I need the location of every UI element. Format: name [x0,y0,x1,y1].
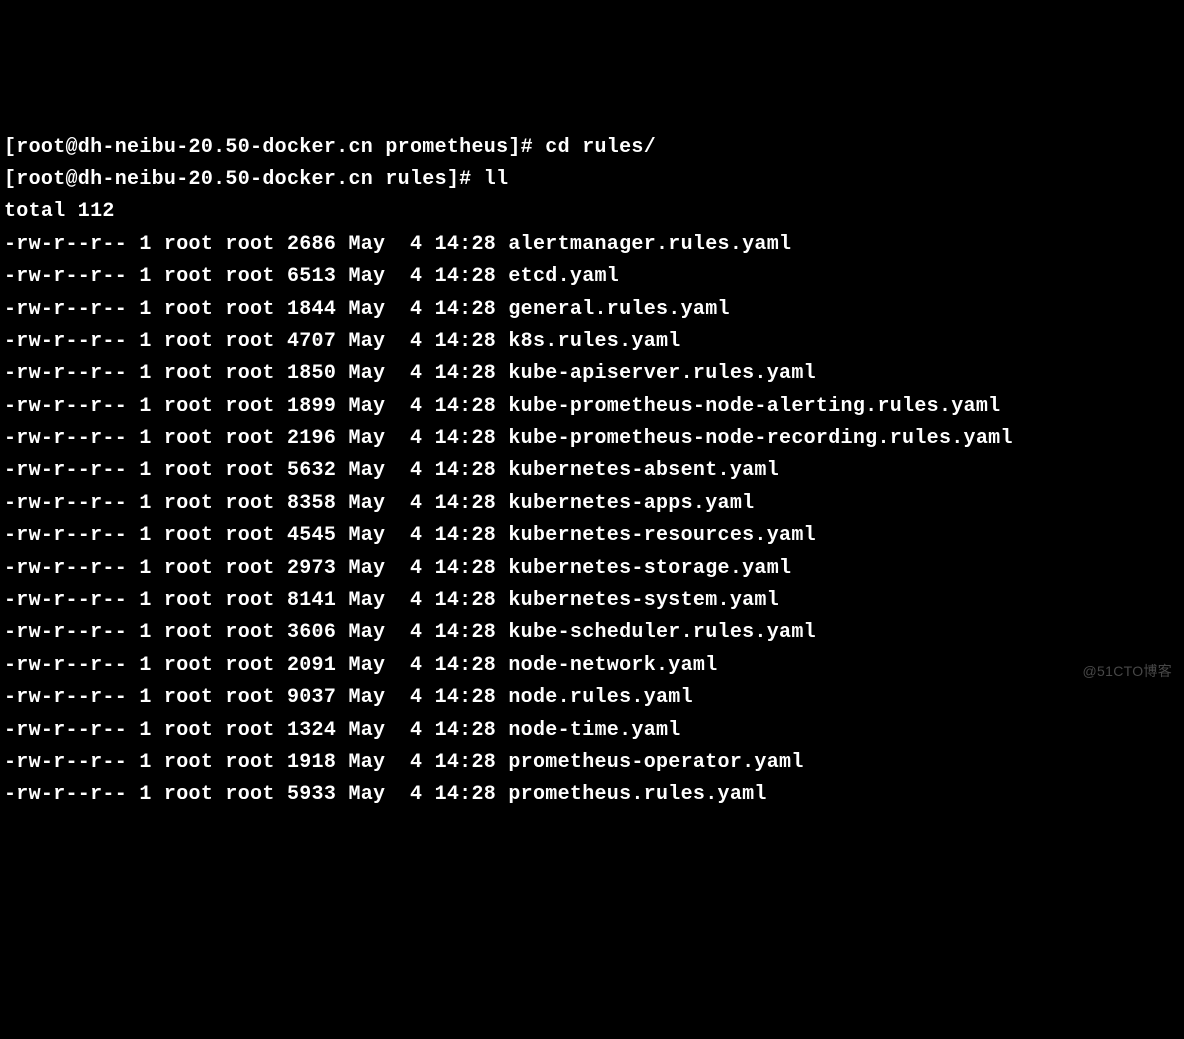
list-item: -rw-r--r-- 1 root root 8358 May 4 14:28 … [4,488,1180,520]
list-item: -rw-r--r-- 1 root root 5933 May 4 14:28 … [4,779,1180,811]
list-item: -rw-r--r-- 1 root root 1844 May 4 14:28 … [4,294,1180,326]
list-item: -rw-r--r-- 1 root root 1324 May 4 14:28 … [4,715,1180,747]
prompt-line-2: [root@dh-neibu-20.50-docker.cn rules]# l… [4,164,1180,196]
terminal-output[interactable]: [root@dh-neibu-20.50-docker.cn prometheu… [4,132,1180,812]
list-item: -rw-r--r-- 1 root root 5632 May 4 14:28 … [4,455,1180,487]
list-item: -rw-r--r-- 1 root root 9037 May 4 14:28 … [4,682,1180,714]
list-item: -rw-r--r-- 1 root root 2091 May 4 14:28 … [4,650,1180,682]
watermark: @51CTO博客 [1083,660,1172,683]
list-item: -rw-r--r-- 1 root root 6513 May 4 14:28 … [4,261,1180,293]
prompt-line-1: [root@dh-neibu-20.50-docker.cn prometheu… [4,132,1180,164]
list-item: -rw-r--r-- 1 root root 1850 May 4 14:28 … [4,358,1180,390]
list-item: -rw-r--r-- 1 root root 2196 May 4 14:28 … [4,423,1180,455]
list-item: -rw-r--r-- 1 root root 1899 May 4 14:28 … [4,391,1180,423]
total-line: total 112 [4,196,1180,228]
list-item: -rw-r--r-- 1 root root 8141 May 4 14:28 … [4,585,1180,617]
list-item: -rw-r--r-- 1 root root 2973 May 4 14:28 … [4,553,1180,585]
list-item: -rw-r--r-- 1 root root 4545 May 4 14:28 … [4,520,1180,552]
list-item: -rw-r--r-- 1 root root 4707 May 4 14:28 … [4,326,1180,358]
list-item: -rw-r--r-- 1 root root 3606 May 4 14:28 … [4,617,1180,649]
list-item: -rw-r--r-- 1 root root 1918 May 4 14:28 … [4,747,1180,779]
list-item: -rw-r--r-- 1 root root 2686 May 4 14:28 … [4,229,1180,261]
file-listing: -rw-r--r-- 1 root root 2686 May 4 14:28 … [4,229,1180,812]
